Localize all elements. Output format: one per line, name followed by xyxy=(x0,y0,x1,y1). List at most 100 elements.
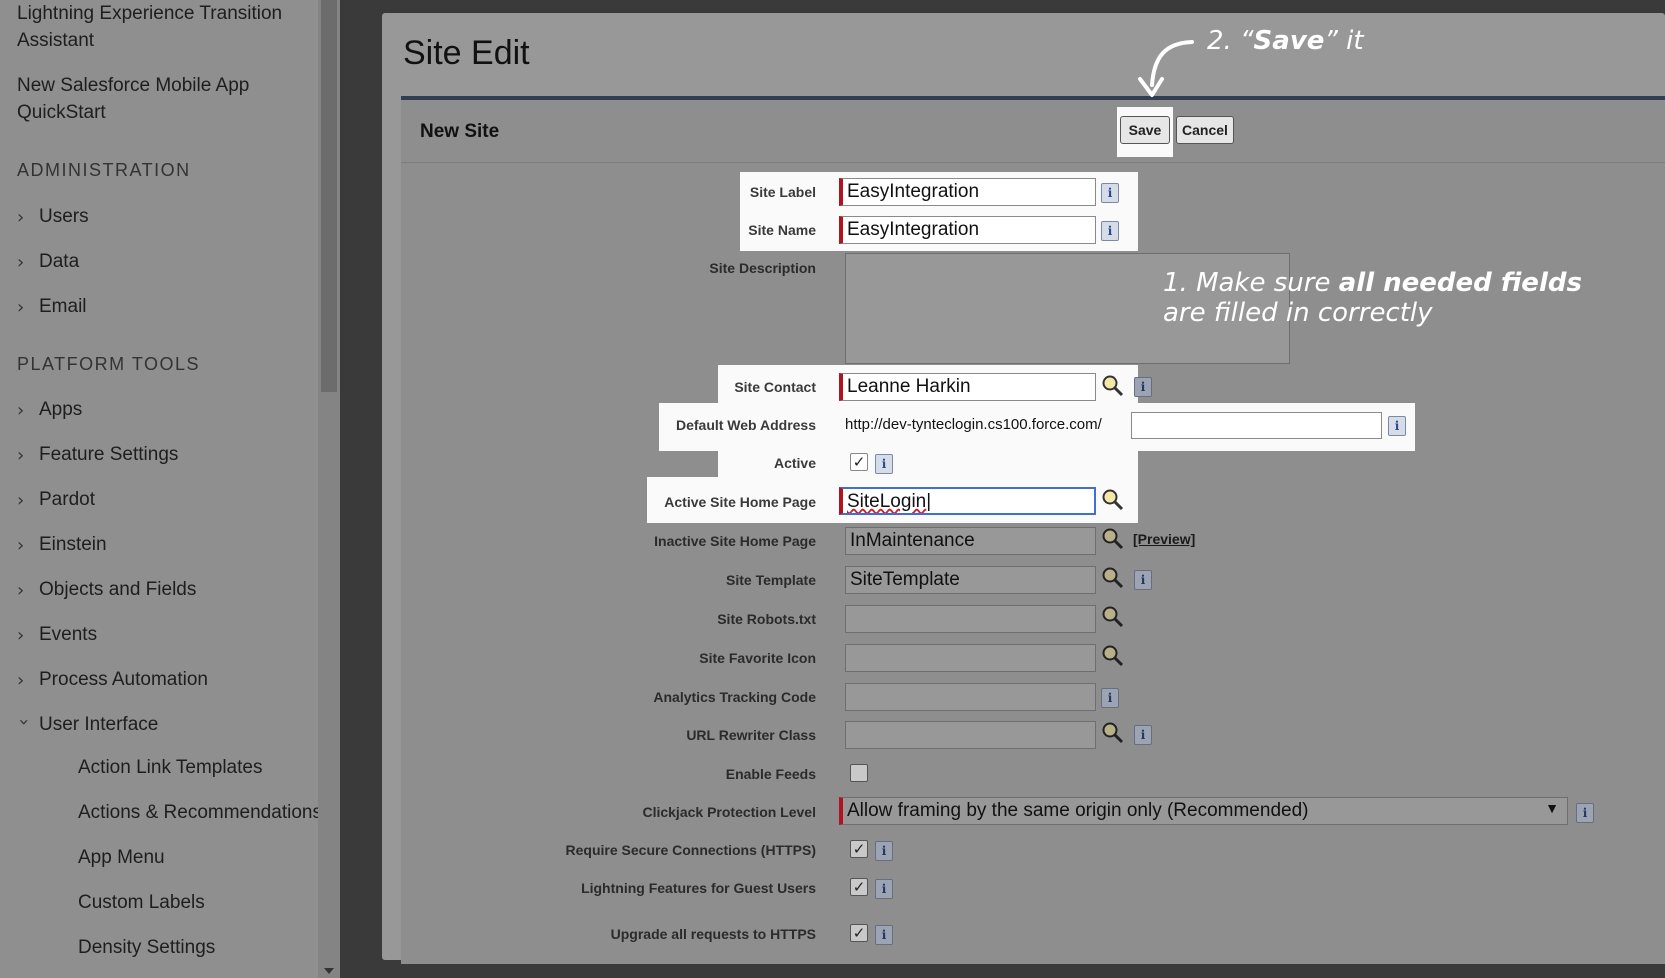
web-address-prefix: http://dev-tynteclogin.cs100.force.com/ xyxy=(845,416,1102,433)
sidebar-item-label: Users xyxy=(39,206,89,227)
site-template-input[interactable]: SiteTemplate xyxy=(845,566,1096,594)
lightning-guest-checkbox[interactable]: ✓ xyxy=(850,878,868,896)
lookup-icon[interactable] xyxy=(1101,605,1125,629)
sidebar-item-label: Objects and Fields xyxy=(39,579,197,600)
sidebar-item-label: User Interface xyxy=(39,714,159,735)
sidebar-item-label: Feature Settings xyxy=(39,444,179,465)
upgrade-https-label: Upgrade all requests to HTTPS xyxy=(610,926,816,942)
sidebar-link-mobile-quickstart[interactable]: New Salesforce Mobile App QuickStart xyxy=(17,72,277,126)
info-icon[interactable]: i xyxy=(1101,688,1119,708)
robots-input[interactable] xyxy=(845,605,1096,633)
sidebar-section-platform-tools: PLATFORM TOOLS xyxy=(17,354,201,374)
sidebar-item-users[interactable]: › Users xyxy=(17,202,89,232)
info-icon[interactable]: i xyxy=(875,454,893,474)
sidebar-item-label: Email xyxy=(39,296,87,317)
sidebar-item-einstein[interactable]: › Einstein xyxy=(17,530,107,560)
sidebar-item-process-automation[interactable]: › Process Automation xyxy=(17,665,208,695)
info-icon[interactable]: i xyxy=(1134,570,1152,590)
lookup-icon[interactable] xyxy=(1101,721,1125,745)
info-icon[interactable]: i xyxy=(1134,725,1152,745)
sidebar-item-email[interactable]: › Email xyxy=(17,292,87,322)
site-contact-label: Site Contact xyxy=(734,379,816,395)
lookup-icon[interactable] xyxy=(1101,374,1125,398)
inactive-home-input[interactable]: InMaintenance xyxy=(845,527,1096,555)
analytics-input[interactable] xyxy=(845,683,1096,711)
active-checkbox[interactable]: ✓ xyxy=(850,453,868,471)
info-icon[interactable]: i xyxy=(1576,803,1594,823)
chevron-right-icon: › xyxy=(17,669,25,691)
sidebar-section-administration: ADMINISTRATION xyxy=(17,160,191,180)
url-rewriter-label: URL Rewriter Class xyxy=(686,727,816,743)
sidebar-item-events[interactable]: › Events xyxy=(17,620,97,650)
sidebar-item-feature-settings[interactable]: › Feature Settings xyxy=(17,440,178,470)
sidebar-item-data[interactable]: › Data xyxy=(17,247,79,277)
analytics-label: Analytics Tracking Code xyxy=(653,689,816,705)
info-icon[interactable]: i xyxy=(1101,183,1119,203)
site-contact-input[interactable]: Leanne Harkin xyxy=(839,373,1096,401)
scroll-down-arrow-icon[interactable] xyxy=(324,968,334,974)
info-icon[interactable]: i xyxy=(875,879,893,899)
sidebar-item-pardot[interactable]: › Pardot xyxy=(17,485,95,515)
chevron-down-icon: › xyxy=(13,718,35,726)
sidebar-item-user-interface[interactable]: › User Interface xyxy=(13,710,159,740)
clickjack-select[interactable]: Allow framing by the same origin only (R… xyxy=(839,797,1568,825)
annotation-bold: all needed fields xyxy=(1338,268,1582,298)
sidebar-link-lex-transition[interactable]: Lightning Experience Transition Assistan… xyxy=(17,0,317,54)
lookup-icon[interactable] xyxy=(1101,566,1125,590)
clickjack-value: Allow framing by the same origin only (R… xyxy=(847,800,1309,821)
enable-feeds-checkbox[interactable] xyxy=(850,764,868,782)
lookup-icon[interactable] xyxy=(1101,644,1125,668)
annotation-text: are filled in correctly xyxy=(1163,298,1433,328)
https-label: Require Secure Connections (HTTPS) xyxy=(565,842,816,858)
favicon-label: Site Favorite Icon xyxy=(699,650,816,666)
info-icon[interactable]: i xyxy=(1101,221,1119,241)
active-home-label: Active Site Home Page xyxy=(664,494,816,510)
info-icon[interactable]: i xyxy=(875,841,893,861)
site-name-input[interactable]: EasyIntegration xyxy=(839,216,1096,244)
sidebar-item-label: Apps xyxy=(39,399,83,420)
save-button[interactable]: Save xyxy=(1120,116,1170,144)
sidebar-scrollbar[interactable] xyxy=(318,0,340,978)
favicon-input[interactable] xyxy=(845,644,1096,672)
site-label-input[interactable]: EasyIntegration xyxy=(839,178,1096,206)
lookup-icon[interactable] xyxy=(1101,527,1125,551)
annotation-step-1: 1. Make sure all needed fields are filled… xyxy=(1163,268,1582,328)
site-name-label: Site Name xyxy=(748,222,816,238)
sidebar-item-label: Data xyxy=(39,251,80,272)
inactive-home-label: Inactive Site Home Page xyxy=(654,533,816,549)
active-home-input[interactable]: SiteLogin| xyxy=(839,487,1096,515)
clickjack-label: Clickjack Protection Level xyxy=(642,804,816,820)
info-icon[interactable]: i xyxy=(1388,416,1406,436)
sidebar-subitem-custom-labels[interactable]: Custom Labels xyxy=(78,892,205,914)
info-icon[interactable]: i xyxy=(875,925,893,945)
scrollbar-thumb[interactable] xyxy=(321,0,337,392)
chevron-right-icon: › xyxy=(17,399,25,421)
chevron-right-icon: › xyxy=(17,624,25,646)
chevron-right-icon: › xyxy=(17,534,25,556)
enable-feeds-label: Enable Feeds xyxy=(725,766,816,782)
sidebar-subitem-app-menu[interactable]: App Menu xyxy=(78,847,165,869)
active-label: Active xyxy=(773,455,816,471)
default-web-address-label: Default Web Address xyxy=(675,417,816,433)
cancel-button[interactable]: Cancel xyxy=(1176,116,1234,144)
sidebar-subitem-density-settings[interactable]: Density Settings xyxy=(78,937,215,959)
sidebar-item-objects-and-fields[interactable]: › Objects and Fields xyxy=(17,575,196,605)
lightning-guest-label: Lightning Features for Guest Users xyxy=(581,880,816,896)
web-address-input[interactable] xyxy=(1131,412,1382,439)
url-rewriter-input[interactable] xyxy=(845,721,1096,749)
sidebar-subitem-actions-recommendations[interactable]: Actions & Recommendations xyxy=(78,802,322,824)
https-checkbox[interactable]: ✓ xyxy=(850,840,868,858)
site-template-label: Site Template xyxy=(726,572,816,588)
sidebar-item-apps[interactable]: › Apps xyxy=(17,395,82,425)
sidebar-item-label: Events xyxy=(39,624,98,645)
sidebar-subitem-action-link-templates[interactable]: Action Link Templates xyxy=(78,757,262,779)
site-label-label: Site Label xyxy=(749,184,816,200)
info-icon[interactable]: i xyxy=(1134,377,1152,397)
sidebar-item-label: Einstein xyxy=(39,534,107,555)
robots-label: Site Robots.txt xyxy=(717,611,816,627)
preview-link[interactable]: [Preview] xyxy=(1133,531,1195,547)
upgrade-https-checkbox[interactable]: ✓ xyxy=(850,924,868,942)
setup-sidebar: Lightning Experience Transition Assistan… xyxy=(0,0,340,978)
chevron-right-icon: › xyxy=(17,444,25,466)
lookup-icon[interactable] xyxy=(1101,488,1125,512)
